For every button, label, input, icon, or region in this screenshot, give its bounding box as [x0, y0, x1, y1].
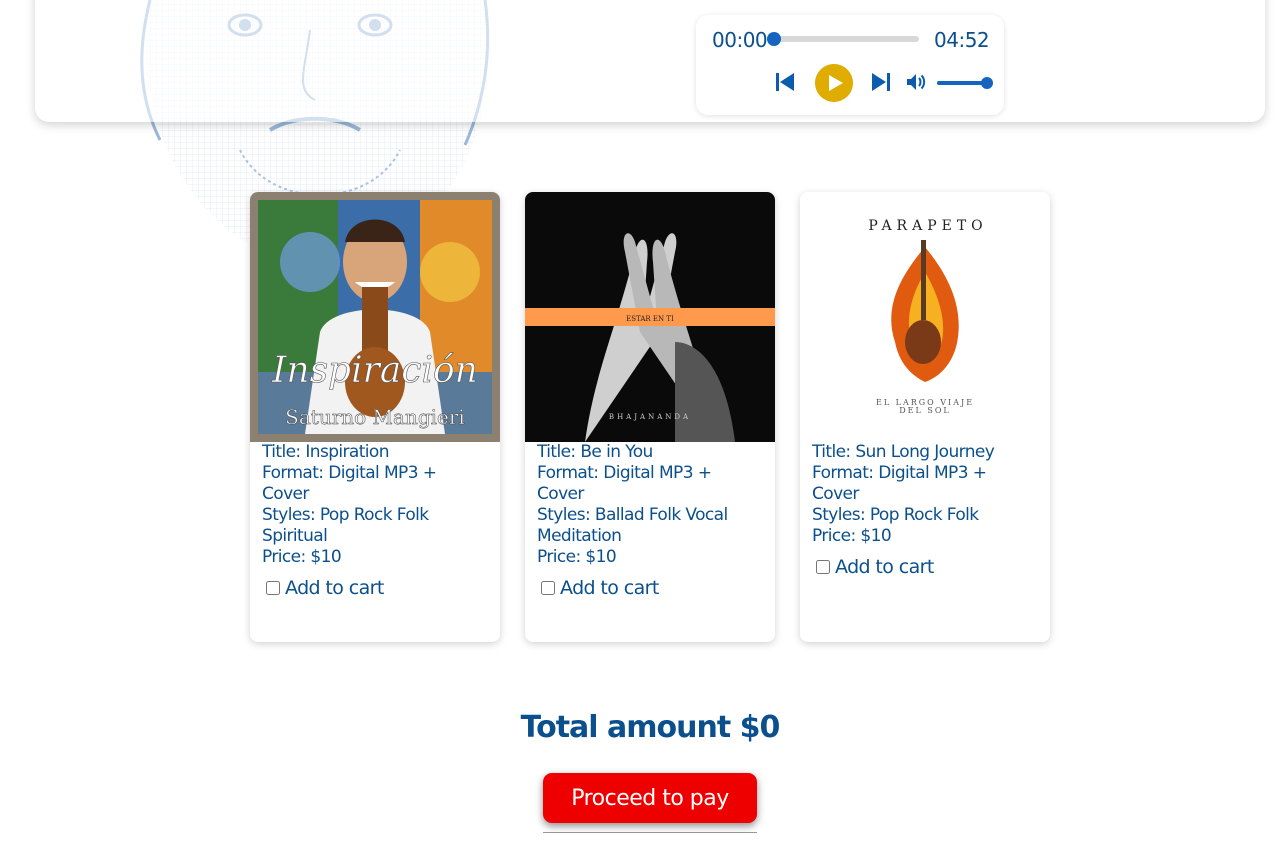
- page: 00:00 04:52 Inspiración Saturno Mangieri…: [0, 0, 1282, 847]
- product-info: Title: Be in You Format: Digital MP3 + C…: [537, 442, 753, 599]
- add-to-cart-label[interactable]: Add to cart: [560, 578, 659, 599]
- product-price: Price: $10: [812, 526, 892, 546]
- volume-fill: [937, 81, 987, 85]
- add-to-cart-label[interactable]: Add to cart: [835, 557, 934, 578]
- audio-player: 00:00 04:52: [696, 15, 1004, 115]
- volume-slider[interactable]: [937, 77, 993, 89]
- album-cover-sun-long-journey: PARAPETO EL LARGO VIAJE DEL SOL: [800, 192, 1050, 442]
- product-info: Title: Inspiration Format: Digital MP3 +…: [262, 442, 478, 599]
- progress-handle[interactable]: [767, 32, 781, 46]
- cover-subtitle-text-2: DEL SOL: [899, 406, 950, 415]
- volume-handle[interactable]: [981, 77, 993, 89]
- total-amount: Total amount $0: [520, 710, 781, 745]
- product-styles: Styles: Pop Rock Folk Spiritual: [262, 505, 429, 546]
- product-format: Format: Digital MP3 + Cover: [812, 463, 987, 504]
- proceed-to-pay-button[interactable]: Proceed to pay: [543, 773, 757, 823]
- product-card: ESTAR EN TI BHAJANANDA Title: Be in You …: [525, 192, 775, 642]
- divider: [543, 832, 757, 833]
- product-title: Title: Inspiration: [262, 442, 390, 462]
- product-card: Inspiración Saturno Mangieri Title: Insp…: [250, 192, 500, 642]
- add-to-cart-checkbox[interactable]: [266, 580, 280, 595]
- cover-artist-text: BHAJANANDA: [609, 413, 691, 421]
- progress-slider[interactable]: [767, 32, 919, 46]
- add-to-cart-toggle[interactable]: Add to cart: [541, 578, 753, 599]
- add-to-cart-label[interactable]: Add to cart: [285, 578, 384, 599]
- total-time: 04:52: [934, 28, 990, 52]
- product-price: Price: $10: [262, 547, 342, 567]
- product-format: Format: Digital MP3 + Cover: [262, 463, 437, 504]
- add-to-cart-checkbox[interactable]: [541, 580, 555, 595]
- product-format: Format: Digital MP3 + Cover: [537, 463, 712, 504]
- cover-artist-text: Saturno Mangieri: [285, 405, 465, 429]
- product-styles: Styles: Pop Rock Folk: [812, 505, 979, 525]
- cover-title-text: PARAPETO: [868, 218, 987, 234]
- skip-previous-icon[interactable]: [774, 71, 796, 93]
- volume-icon[interactable]: [905, 71, 927, 93]
- product-info: Title: Sun Long Journey Format: Digital …: [812, 442, 1028, 578]
- product-title: Title: Sun Long Journey: [812, 442, 995, 462]
- play-icon[interactable]: [815, 64, 853, 102]
- add-to-cart-toggle[interactable]: Add to cart: [266, 578, 478, 599]
- album-cover-be-in-you: ESTAR EN TI BHAJANANDA: [525, 192, 775, 442]
- album-cover-inspiration: Inspiración Saturno Mangieri: [250, 192, 500, 442]
- product-card: PARAPETO EL LARGO VIAJE DEL SOL Title: S…: [800, 192, 1050, 642]
- cover-title-text: Inspiración: [271, 350, 478, 391]
- cover-title-text: ESTAR EN TI: [626, 315, 674, 323]
- header-panel: [35, 0, 1265, 122]
- product-styles: Styles: Ballad Folk Vocal Meditation: [537, 505, 728, 546]
- product-title: Title: Be in You: [537, 442, 653, 462]
- add-to-cart-checkbox[interactable]: [816, 559, 830, 574]
- skip-next-icon[interactable]: [870, 71, 892, 93]
- product-price: Price: $10: [537, 547, 617, 567]
- add-to-cart-toggle[interactable]: Add to cart: [816, 557, 1028, 578]
- current-time: 00:00: [712, 28, 768, 52]
